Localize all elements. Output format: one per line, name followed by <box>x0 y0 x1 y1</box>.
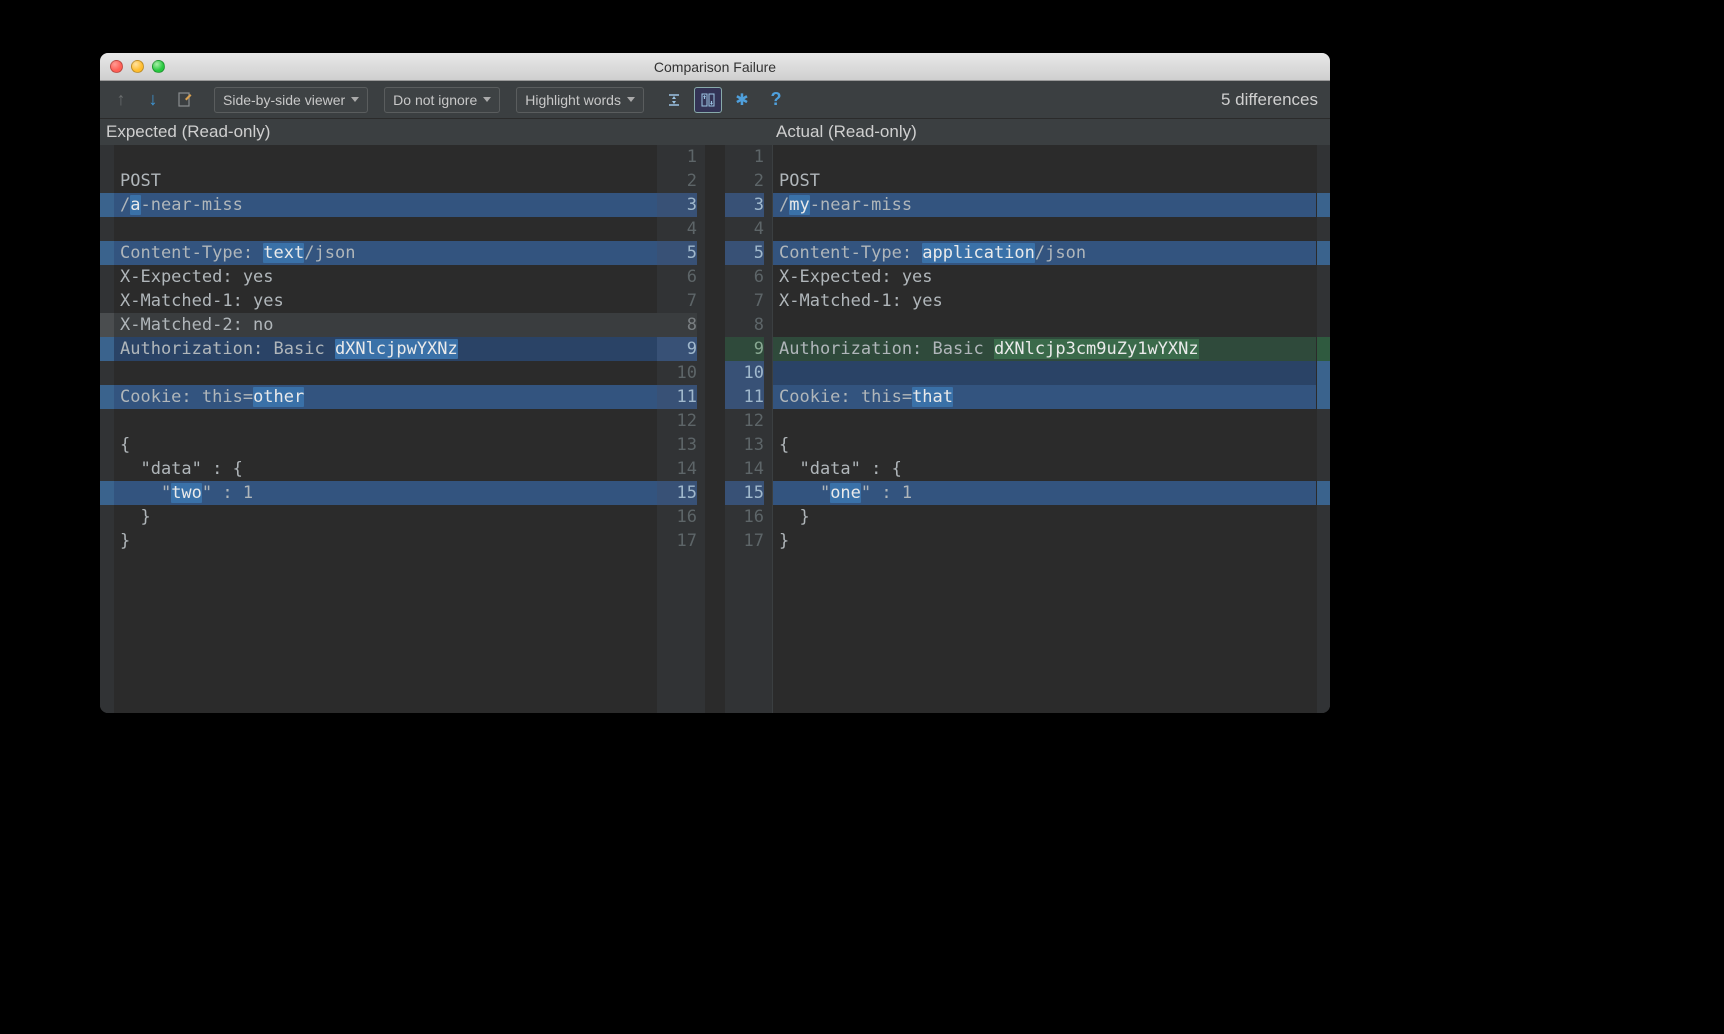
ignore-mode-label: Do not ignore <box>393 92 477 108</box>
prev-diff-button[interactable]: ↑ <box>108 87 134 113</box>
difference-count: 5 differences <box>1221 90 1318 110</box>
code-line: /my-near-miss <box>773 193 1316 217</box>
minimize-icon[interactable] <box>131 60 144 73</box>
code-line <box>114 145 657 169</box>
code-line: /a-near-miss <box>114 193 657 217</box>
collapse-unchanged-button[interactable] <box>660 87 688 113</box>
right-pane[interactable]: POST /my-near-miss Content-Type: applica… <box>773 145 1316 713</box>
code-line: } <box>114 505 657 529</box>
code-line: "two" : 1 <box>114 481 657 505</box>
code-line <box>773 313 1316 337</box>
connector-strip <box>705 145 725 713</box>
edit-source-button[interactable] <box>172 87 198 113</box>
code-line: Content-Type: application/json <box>773 241 1316 265</box>
diff-body: POST /a-near-miss Content-Type: text/jso… <box>100 145 1330 713</box>
highlight-mode-label: Highlight words <box>525 92 621 108</box>
highlight-mode-select[interactable]: Highlight words <box>516 87 644 113</box>
code-line: Authorization: Basic dXNlcjpwYXNz <box>114 337 657 361</box>
next-diff-button[interactable]: ↓ <box>140 87 166 113</box>
code-line: Authorization: Basic dXNlcjp3cm9uZy1wYXN… <box>773 337 1316 361</box>
window-title: Comparison Failure <box>100 59 1330 75</box>
gear-icon: ✱ <box>735 90 748 110</box>
code-line: "one" : 1 <box>773 481 1316 505</box>
code-line <box>114 217 657 241</box>
code-line <box>773 361 1316 385</box>
diff-window: Comparison Failure ↑ ↓ Side-by-side view… <box>100 53 1330 713</box>
code-line: POST <box>773 169 1316 193</box>
titlebar[interactable]: Comparison Failure <box>100 53 1330 81</box>
right-pane-title: Actual (Read-only) <box>770 122 1330 142</box>
chevron-down-icon <box>483 97 491 102</box>
code-line <box>773 217 1316 241</box>
code-line: } <box>773 529 1316 553</box>
chevron-down-icon <box>627 97 635 102</box>
left-gutter: 1 2 3 4 5 6 7 8 9 10 11 12 13 14 15 16 1… <box>657 145 705 713</box>
traffic-lights <box>110 60 165 73</box>
zoom-icon[interactable] <box>152 60 165 73</box>
code-line: "data" : { <box>114 457 657 481</box>
code-line: POST <box>114 169 657 193</box>
code-line: } <box>773 505 1316 529</box>
right-marker-strip <box>1316 145 1330 713</box>
ignore-mode-select[interactable]: Do not ignore <box>384 87 500 113</box>
code-line <box>773 145 1316 169</box>
code-line: } <box>114 529 657 553</box>
collapse-icon <box>665 91 683 109</box>
toolbar: ↑ ↓ Side-by-side viewer Do not ignore Hi… <box>100 81 1330 119</box>
code-line: X-Matched-2: no <box>114 313 657 337</box>
code-line: Content-Type: text/json <box>114 241 657 265</box>
help-icon: ? <box>770 89 781 110</box>
sync-scroll-button[interactable] <box>694 87 722 113</box>
code-line: { <box>114 433 657 457</box>
code-line: X-Matched-1: yes <box>114 289 657 313</box>
left-marker-strip <box>100 145 114 713</box>
code-line <box>114 361 657 385</box>
sync-scroll-icon <box>699 91 717 109</box>
close-icon[interactable] <box>110 60 123 73</box>
code-line <box>114 409 657 433</box>
code-line <box>773 409 1316 433</box>
chevron-down-icon <box>351 97 359 102</box>
settings-button[interactable]: ✱ <box>728 87 756 113</box>
right-gutter: 1 2 3 4 5 6 7 8 9 10 11 12 13 14 15 16 1… <box>725 145 773 713</box>
code-line: X-Matched-1: yes <box>773 289 1316 313</box>
code-line: Cookie: this=that <box>773 385 1316 409</box>
diff-panes: Expected (Read-only) Actual (Read-only) … <box>100 119 1330 713</box>
left-pane-title: Expected (Read-only) <box>100 122 660 142</box>
left-pane[interactable]: POST /a-near-miss Content-Type: text/jso… <box>114 145 657 713</box>
code-line: X-Expected: yes <box>773 265 1316 289</box>
viewer-mode-label: Side-by-side viewer <box>223 92 345 108</box>
help-button[interactable]: ? <box>762 87 790 113</box>
pane-headers: Expected (Read-only) Actual (Read-only) <box>100 119 1330 145</box>
arrow-down-icon: ↓ <box>149 89 158 110</box>
code-line: Cookie: this=other <box>114 385 657 409</box>
viewer-mode-select[interactable]: Side-by-side viewer <box>214 87 368 113</box>
code-line: { <box>773 433 1316 457</box>
page-edit-icon <box>176 91 194 109</box>
arrow-up-icon: ↑ <box>117 89 126 110</box>
code-line: X-Expected: yes <box>114 265 657 289</box>
code-line: "data" : { <box>773 457 1316 481</box>
